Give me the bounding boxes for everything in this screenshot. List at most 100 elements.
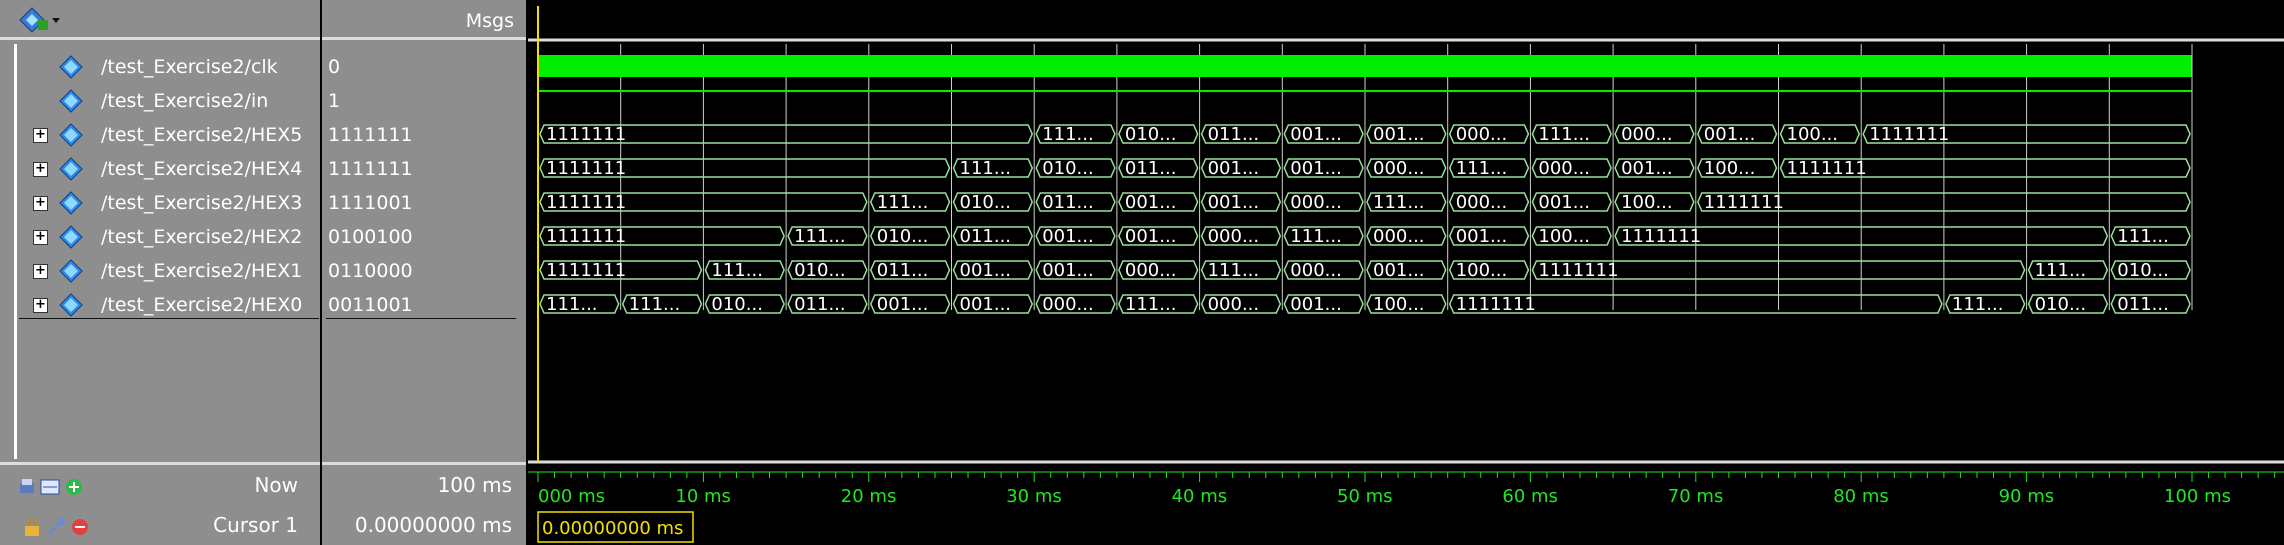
expand-icon[interactable]: +	[33, 196, 48, 211]
tick-label: 30 ms	[1006, 486, 1062, 507]
add-cursor-icon[interactable]	[64, 477, 84, 497]
bus-segment-label: 111...	[1125, 294, 1177, 315]
bus-segment-label: 000...	[1621, 124, 1673, 145]
bus-segment-label: 1111111	[1621, 226, 1701, 247]
delete-cursor-icon[interactable]	[70, 517, 90, 537]
expand-icon[interactable]: +	[33, 230, 48, 245]
value-list: 0 1 1111111 1111111 1111001 0100100 0110000 001…	[322, 44, 526, 459]
now-value: 100 ms	[437, 473, 512, 497]
waveform-pane[interactable]: 1111111 111... 010... 011... 001... 001... 000…	[528, 0, 2284, 545]
tick-label: 10 ms	[675, 486, 731, 507]
values-footer: 100 ms 0.00000000 ms	[322, 462, 526, 545]
signal-diamond-icon	[59, 89, 83, 113]
bus-segment-label: 001...	[1042, 226, 1094, 247]
bus-segment-label: 111...	[1290, 226, 1342, 247]
bus-segment-label: 111...	[2035, 260, 2087, 281]
lock-icon[interactable]	[22, 517, 42, 537]
wave-toolbox-icon[interactable]	[18, 6, 62, 34]
tick-label: 60 ms	[1502, 486, 1558, 507]
bus-segment-label: 001...	[1538, 192, 1590, 213]
bus-segment-label: 000...	[1208, 294, 1260, 315]
bus-segment-label: 1111111	[1869, 124, 1949, 145]
bus-segment-label: 001...	[1373, 124, 1425, 145]
bus-segment-label: 001...	[1042, 260, 1094, 281]
bus-segment-label: 001...	[1373, 260, 1425, 281]
tick-label: 100 ms	[2164, 486, 2231, 507]
signal-diamond-icon	[59, 225, 83, 249]
expand-icon[interactable]: +	[33, 128, 48, 143]
bus-segment-label: 000...	[1208, 226, 1260, 247]
bus-segment-label: 000...	[1456, 124, 1508, 145]
expand-icon[interactable]: +	[33, 298, 48, 313]
bus-segment-label: 111...	[1538, 124, 1590, 145]
bus-segment-label: 111...	[1456, 158, 1508, 179]
values-header: Msgs	[322, 0, 526, 40]
cursor-value-box-label: 0.00000000 ms	[542, 518, 683, 539]
bus-segment-label: 1111111	[546, 226, 626, 247]
bus-segment-label: 111...	[1373, 192, 1425, 213]
signal-name: /test_Exercise2/in	[101, 90, 269, 112]
signal-names-pane: /test_Exercise2/clk/test_Exercise2/in + /t…	[0, 0, 320, 545]
tick-label: 20 ms	[841, 486, 897, 507]
bus-segment-label: 1111111	[546, 192, 626, 213]
bus-segment-label: 000...	[1456, 192, 1508, 213]
bus-segment-label: 000...	[1290, 260, 1342, 281]
bus-segment-label: 100...	[1704, 158, 1756, 179]
bus-segment-label: 1111111	[1787, 158, 1867, 179]
tick-label: 70 ms	[1668, 486, 1724, 507]
bus-segment-label: 1111111	[546, 158, 626, 179]
waveform-canvas[interactable]: 1111111 111... 010... 011... 001... 001... 000…	[528, 0, 2284, 545]
bus-segment-label: 111...	[2117, 226, 2169, 247]
bus-segment-label: 000...	[1373, 226, 1425, 247]
bus-segment-label: 111...	[1208, 260, 1260, 281]
now-label: Now	[254, 473, 298, 497]
bus-segment-label: 001...	[1208, 192, 1260, 213]
signal-diamond-icon	[59, 191, 83, 215]
bus-segment-label: 111...	[629, 294, 681, 315]
bus-segment-label: 000...	[1125, 260, 1177, 281]
signal-diamond-icon	[59, 157, 83, 181]
tick-label: 50 ms	[1337, 486, 1393, 507]
bus-segment-label: 100...	[1456, 260, 1508, 281]
bus-segment-label: 011...	[1208, 124, 1260, 145]
bus-segment-label: 011...	[877, 260, 929, 281]
bus-segment-label: 010...	[794, 260, 846, 281]
signal-value: 0100100	[328, 226, 413, 248]
names-header	[0, 0, 320, 40]
wrench-icon[interactable]	[46, 517, 66, 537]
signal-name: /test_Exercise2/HEX4	[101, 158, 303, 180]
bus-segment-label: 000...	[1373, 158, 1425, 179]
names-footer: Now Cursor 1	[0, 462, 320, 545]
bus-segment-label: 000...	[1042, 294, 1094, 315]
bus-segment-label: 001...	[1704, 124, 1756, 145]
bus-segment-label: 111...	[711, 260, 763, 281]
signal-name: /test_Exercise2/HEX1	[101, 260, 303, 282]
expand-icon[interactable]: +	[33, 162, 48, 177]
signal-diamond-icon	[59, 259, 83, 283]
bus-segment-label: 111...	[546, 294, 598, 315]
bus-segment-label: 1111111	[546, 124, 626, 145]
cursor-label: Cursor 1	[213, 513, 298, 537]
bus-segment-label: 010...	[2035, 294, 2087, 315]
tick-label: 40 ms	[1172, 486, 1228, 507]
signal-values-pane: Msgs 0 1 1111111 1111111 1111001 0100100 01100…	[322, 0, 526, 545]
bus-segment-label: 001...	[1125, 226, 1177, 247]
bus-segment-label: 000...	[1290, 192, 1342, 213]
signal-value: 0011001	[328, 294, 413, 316]
add-wave-icon[interactable]	[18, 477, 38, 497]
bus-segment-label: 011...	[794, 294, 846, 315]
bus-segment-label: 1111111	[1704, 192, 1784, 213]
list-end-divider	[19, 318, 319, 319]
bus-segment-label: 010...	[1125, 124, 1177, 145]
bus-segment-label: 011...	[1125, 158, 1177, 179]
signal-list: /test_Exercise2/clk/test_Exercise2/in + /t…	[14, 44, 320, 459]
bus-segment-label: 001...	[877, 294, 929, 315]
clk-waveform	[538, 55, 2192, 77]
signal-diamond-icon	[59, 55, 83, 79]
wave-window-icon[interactable]	[40, 477, 60, 497]
expand-icon[interactable]: +	[33, 264, 48, 279]
signal-diamond-icon	[59, 123, 83, 147]
bus-segment-label: 100...	[1538, 226, 1590, 247]
tick-label: 80 ms	[1833, 486, 1889, 507]
bus-segment-label: 001...	[1456, 226, 1508, 247]
